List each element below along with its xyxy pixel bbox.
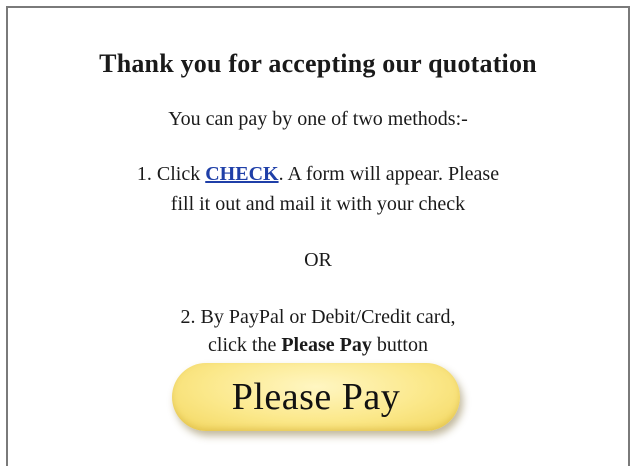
payment-intro-text: You can pay by one of two methods:- bbox=[168, 108, 468, 130]
check-link[interactable]: CHECK bbox=[205, 163, 278, 185]
option-one-prefix: 1. Click bbox=[136, 163, 206, 185]
option-one-suffix: . A form will appear. Please bbox=[278, 163, 500, 185]
option-one-line-1: 1. Click CHECK. A form will appear. Plea… bbox=[0, 163, 636, 186]
option-two-suffix: button bbox=[371, 334, 428, 356]
option-two-prefix: click the bbox=[208, 334, 282, 356]
option-two-line-1: 2. By PayPal or Debit/Credit card, bbox=[180, 306, 456, 328]
or-separator: OR bbox=[304, 249, 332, 271]
option-two-line-2: click the Please Pay button bbox=[0, 334, 636, 357]
page-title: Thank you for accepting our quotation bbox=[99, 49, 537, 78]
please-pay-label: Please Pay bbox=[231, 376, 401, 418]
option-one-line-2: fill it out and mail it with your check bbox=[170, 193, 466, 215]
option-two-button-name: Please Pay bbox=[281, 334, 372, 356]
please-pay-button[interactable]: Please Pay bbox=[172, 363, 460, 431]
